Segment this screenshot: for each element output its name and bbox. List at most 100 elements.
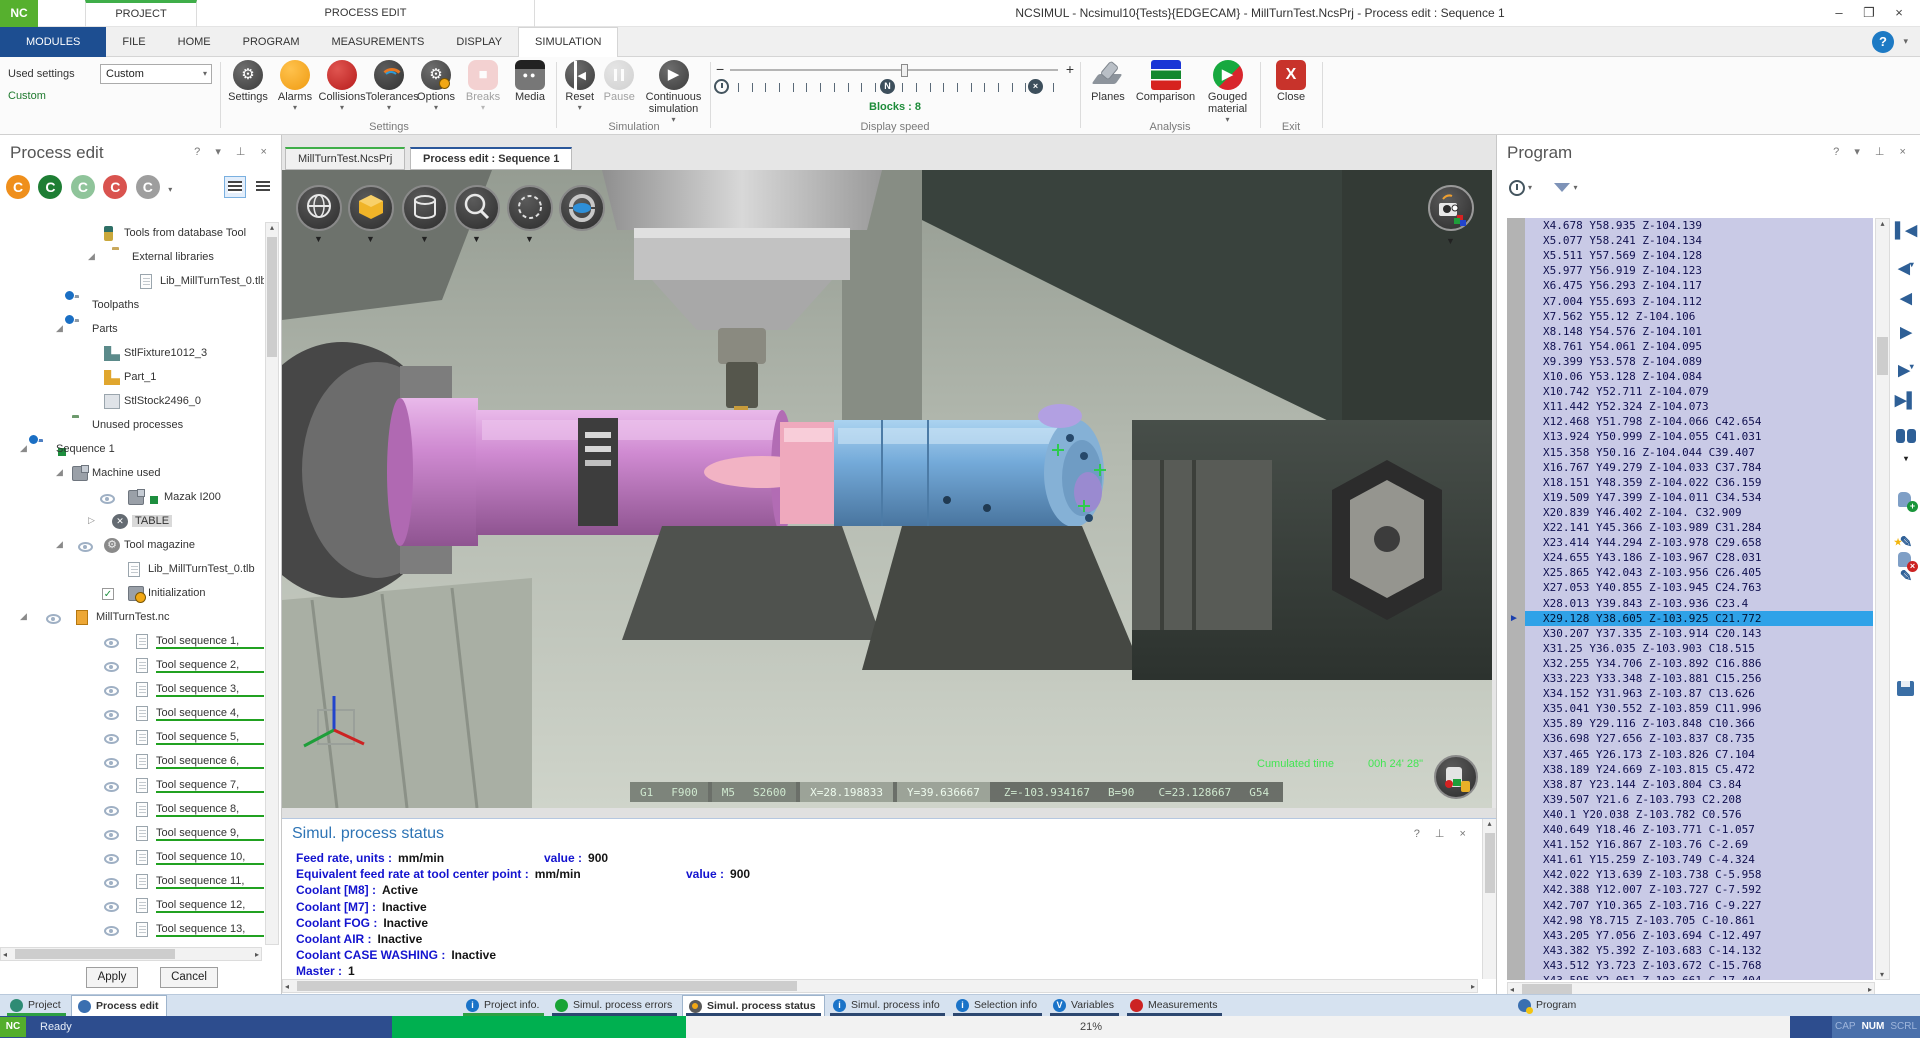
gcode-line[interactable]: X24.655 Y43.186 Z-103.967 C28.031 bbox=[1525, 550, 1873, 565]
visibility-eye-icon[interactable] bbox=[104, 758, 119, 768]
gcode-line[interactable]: X7.004 Y55.693 Z-104.112 bbox=[1525, 294, 1873, 309]
edit-button[interactable]: ✎ bbox=[1893, 564, 1919, 590]
display-speed-slider[interactable]: − + bbox=[716, 64, 1074, 76]
gcode-listing[interactable]: X4.678 Y58.935 Z-104.139X5.077 Y58.241 Z… bbox=[1507, 218, 1873, 980]
tree-row[interactable]: Tool sequence 13, bbox=[0, 918, 264, 942]
gcode-line[interactable]: X41.61 Y15.259 Z-103.749 C-4.324 bbox=[1525, 852, 1873, 867]
list-view-button[interactable] bbox=[224, 176, 246, 198]
visibility-eye-icon[interactable] bbox=[104, 902, 119, 912]
restore-icon[interactable]: ❐ bbox=[1856, 3, 1882, 23]
visibility-eye-icon[interactable] bbox=[104, 638, 119, 648]
tree-vertical-scrollbar[interactable]: ▴ bbox=[265, 222, 279, 945]
gcode-line[interactable]: X19.509 Y47.399 Z-104.011 C34.534 bbox=[1525, 490, 1873, 505]
visibility-eye-icon[interactable] bbox=[100, 494, 115, 504]
go-first-block-button[interactable]: ▌◀ bbox=[1893, 218, 1919, 244]
tree-horizontal-scrollbar[interactable]: ◂▸ bbox=[0, 947, 262, 961]
tree-row[interactable]: Tool sequence 4, bbox=[0, 702, 264, 726]
help-icon[interactable]: ? bbox=[1872, 31, 1894, 53]
stock-display-button[interactable] bbox=[402, 185, 448, 231]
tree-row[interactable]: Tool sequence 8, bbox=[0, 798, 264, 822]
gcode-line[interactable]: X13.924 Y50.999 Z-104.055 C41.031 bbox=[1525, 429, 1873, 444]
zoom-button[interactable] bbox=[454, 185, 500, 231]
save-button[interactable] bbox=[1893, 676, 1919, 702]
tree-caret-icon[interactable]: ▷ bbox=[88, 515, 95, 526]
media-button[interactable]: ●● Media bbox=[507, 59, 554, 112]
chevron-down-icon[interactable]: ▾ bbox=[1528, 183, 1532, 192]
gcode-line[interactable]: X5.977 Y56.919 Z-104.123 bbox=[1525, 263, 1873, 278]
gcode-line[interactable]: X20.839 Y46.402 Z-104. C32.909 bbox=[1525, 505, 1873, 520]
tree-row[interactable]: ◢Machine used bbox=[0, 462, 264, 486]
time-filter-icon[interactable] bbox=[1509, 180, 1525, 196]
gcode-line[interactable]: X7.562 Y55.12 Z-104.106 bbox=[1525, 309, 1873, 324]
step-back-button[interactable]: ◀ bbox=[1893, 286, 1919, 312]
gcode-line[interactable]: X10.742 Y52.711 Z-104.079 bbox=[1525, 384, 1873, 399]
tree-row[interactable]: Tool sequence 11, bbox=[0, 870, 264, 894]
camera-capture-button[interactable] bbox=[1428, 185, 1474, 231]
tree-row[interactable]: Tools from database Tool bbox=[0, 222, 264, 246]
visibility-eye-icon[interactable] bbox=[104, 686, 119, 696]
play-forward-button[interactable]: ▶ bbox=[1893, 320, 1919, 346]
bottom-tab-simul-process-info[interactable]: iSimul. process info bbox=[827, 995, 948, 1017]
detail-view-button[interactable] bbox=[252, 176, 274, 198]
gcode-line[interactable]: X35.89 Y29.116 Z-103.848 C10.366 bbox=[1525, 716, 1873, 731]
gcode-line[interactable]: X39.507 Y21.6 Z-103.793 C2.208 bbox=[1525, 792, 1873, 807]
speed-plus-icon[interactable]: + bbox=[1066, 61, 1074, 77]
ribbon-tab-simulation[interactable]: SIMULATION bbox=[518, 27, 618, 57]
speed-tick-scale[interactable] bbox=[738, 81, 1054, 95]
new-edit-button[interactable]: ✎★ bbox=[1893, 530, 1919, 556]
gcode-line[interactable]: X5.511 Y57.569 Z-104.128 bbox=[1525, 248, 1873, 263]
chevron-down-icon[interactable]: ▼ bbox=[525, 234, 534, 244]
bottom-tab-measurements[interactable]: Measurements bbox=[1124, 995, 1225, 1017]
rotate-view-button[interactable] bbox=[559, 185, 605, 231]
tree-row[interactable]: Tool sequence 2, bbox=[0, 654, 264, 678]
process-edit-header-icons[interactable]: ? ▾ ⊥ × bbox=[194, 145, 273, 158]
gcode-line[interactable]: X43.595 Y2.051 Z-103.661 C-17.404 bbox=[1525, 973, 1873, 980]
status-vertical-scrollbar[interactable]: ▴ bbox=[1482, 819, 1496, 979]
visibility-eye-icon[interactable] bbox=[46, 614, 61, 624]
tolerances-button[interactable]: Tolerances▾ bbox=[366, 59, 413, 112]
tree-row[interactable]: Unused processes bbox=[0, 414, 264, 438]
bottom-tab-variables[interactable]: VVariables bbox=[1047, 995, 1122, 1017]
tree-row[interactable]: Toolpaths bbox=[0, 294, 264, 318]
solid-view-button[interactable] bbox=[348, 185, 394, 231]
gcode-line[interactable]: X42.022 Y13.639 Z-103.738 C-5.958 bbox=[1525, 867, 1873, 882]
visibility-eye-icon[interactable] bbox=[104, 806, 119, 816]
tree-row[interactable]: ▷✕TABLE bbox=[0, 510, 264, 534]
tree-row[interactable]: Lib_MillTurnTest_0.tlb bbox=[0, 558, 264, 582]
gcode-line[interactable]: X40.649 Y18.46 Z-103.771 C-1.057 bbox=[1525, 822, 1873, 837]
chevron-down-icon[interactable]: ▼ bbox=[314, 234, 323, 244]
gcode-line[interactable]: X11.442 Y52.324 Z-104.073 bbox=[1525, 399, 1873, 414]
gcode-line[interactable]: X8.148 Y54.576 Z-104.101 bbox=[1525, 324, 1873, 339]
speed-slider-thumb[interactable] bbox=[901, 64, 908, 77]
speed-max-badge[interactable]: × bbox=[1028, 79, 1043, 94]
tab-process-edit-sequence[interactable]: Process edit : Sequence 1 bbox=[410, 147, 572, 170]
tree-caret-icon[interactable]: ◢ bbox=[88, 251, 95, 262]
ribbon-tab-modules[interactable]: MODULES bbox=[0, 27, 106, 57]
back-to-filter-button[interactable]: ◀▾ bbox=[1893, 252, 1919, 278]
visibility-eye-icon[interactable] bbox=[104, 854, 119, 864]
tree-row[interactable]: ✓Initialization bbox=[0, 582, 264, 606]
tree-row[interactable]: Tool sequence 12, bbox=[0, 894, 264, 918]
gcode-line[interactable]: X8.761 Y54.061 Z-104.095 bbox=[1525, 339, 1873, 354]
record-button[interactable] bbox=[1434, 755, 1478, 799]
program-panel-header-icons[interactable]: ? ▾ ⊥ × bbox=[1833, 145, 1912, 158]
chevron-down-icon[interactable]: ▼ bbox=[1446, 236, 1455, 246]
tree-row[interactable]: Lib_MillTurnTest_0.tlb bbox=[0, 270, 264, 294]
gcode-line[interactable]: X23.414 Y44.294 Z-103.978 C29.658 bbox=[1525, 535, 1873, 550]
tree-row[interactable]: ◢External libraries bbox=[0, 246, 264, 270]
resequence-options-icon[interactable]: C bbox=[136, 175, 160, 199]
gcode-line[interactable]: X43.512 Y3.723 Z-103.672 C-15.768 bbox=[1525, 958, 1873, 973]
ribbon-tab-program[interactable]: PROGRAM bbox=[227, 27, 316, 57]
close-simulation-button[interactable]: X Close bbox=[1268, 59, 1315, 103]
continuous-simulation-button[interactable]: ▶ Continuous simulation▾ bbox=[639, 59, 708, 124]
gcode-line[interactable]: X32.255 Y34.706 Z-103.892 C16.886 bbox=[1525, 656, 1873, 671]
gcode-line[interactable]: X28.013 Y39.843 Z-103.936 C23.4 bbox=[1525, 596, 1873, 611]
tree-row[interactable]: ◢⚙Tool magazine bbox=[0, 534, 264, 558]
resequence-stop-icon[interactable]: C bbox=[103, 175, 127, 199]
gcode-line[interactable]: X40.1 Y20.038 Z-103.782 C0.576 bbox=[1525, 807, 1873, 822]
tree-row[interactable]: Tool sequence 7, bbox=[0, 774, 264, 798]
tree-row[interactable]: Tool sequence 9, bbox=[0, 822, 264, 846]
visibility-eye-icon[interactable] bbox=[104, 926, 119, 936]
gcode-line[interactable]: X35.041 Y30.552 Z-103.859 C11.996 bbox=[1525, 701, 1873, 716]
chevron-down-icon[interactable]: ▾ bbox=[168, 185, 172, 194]
